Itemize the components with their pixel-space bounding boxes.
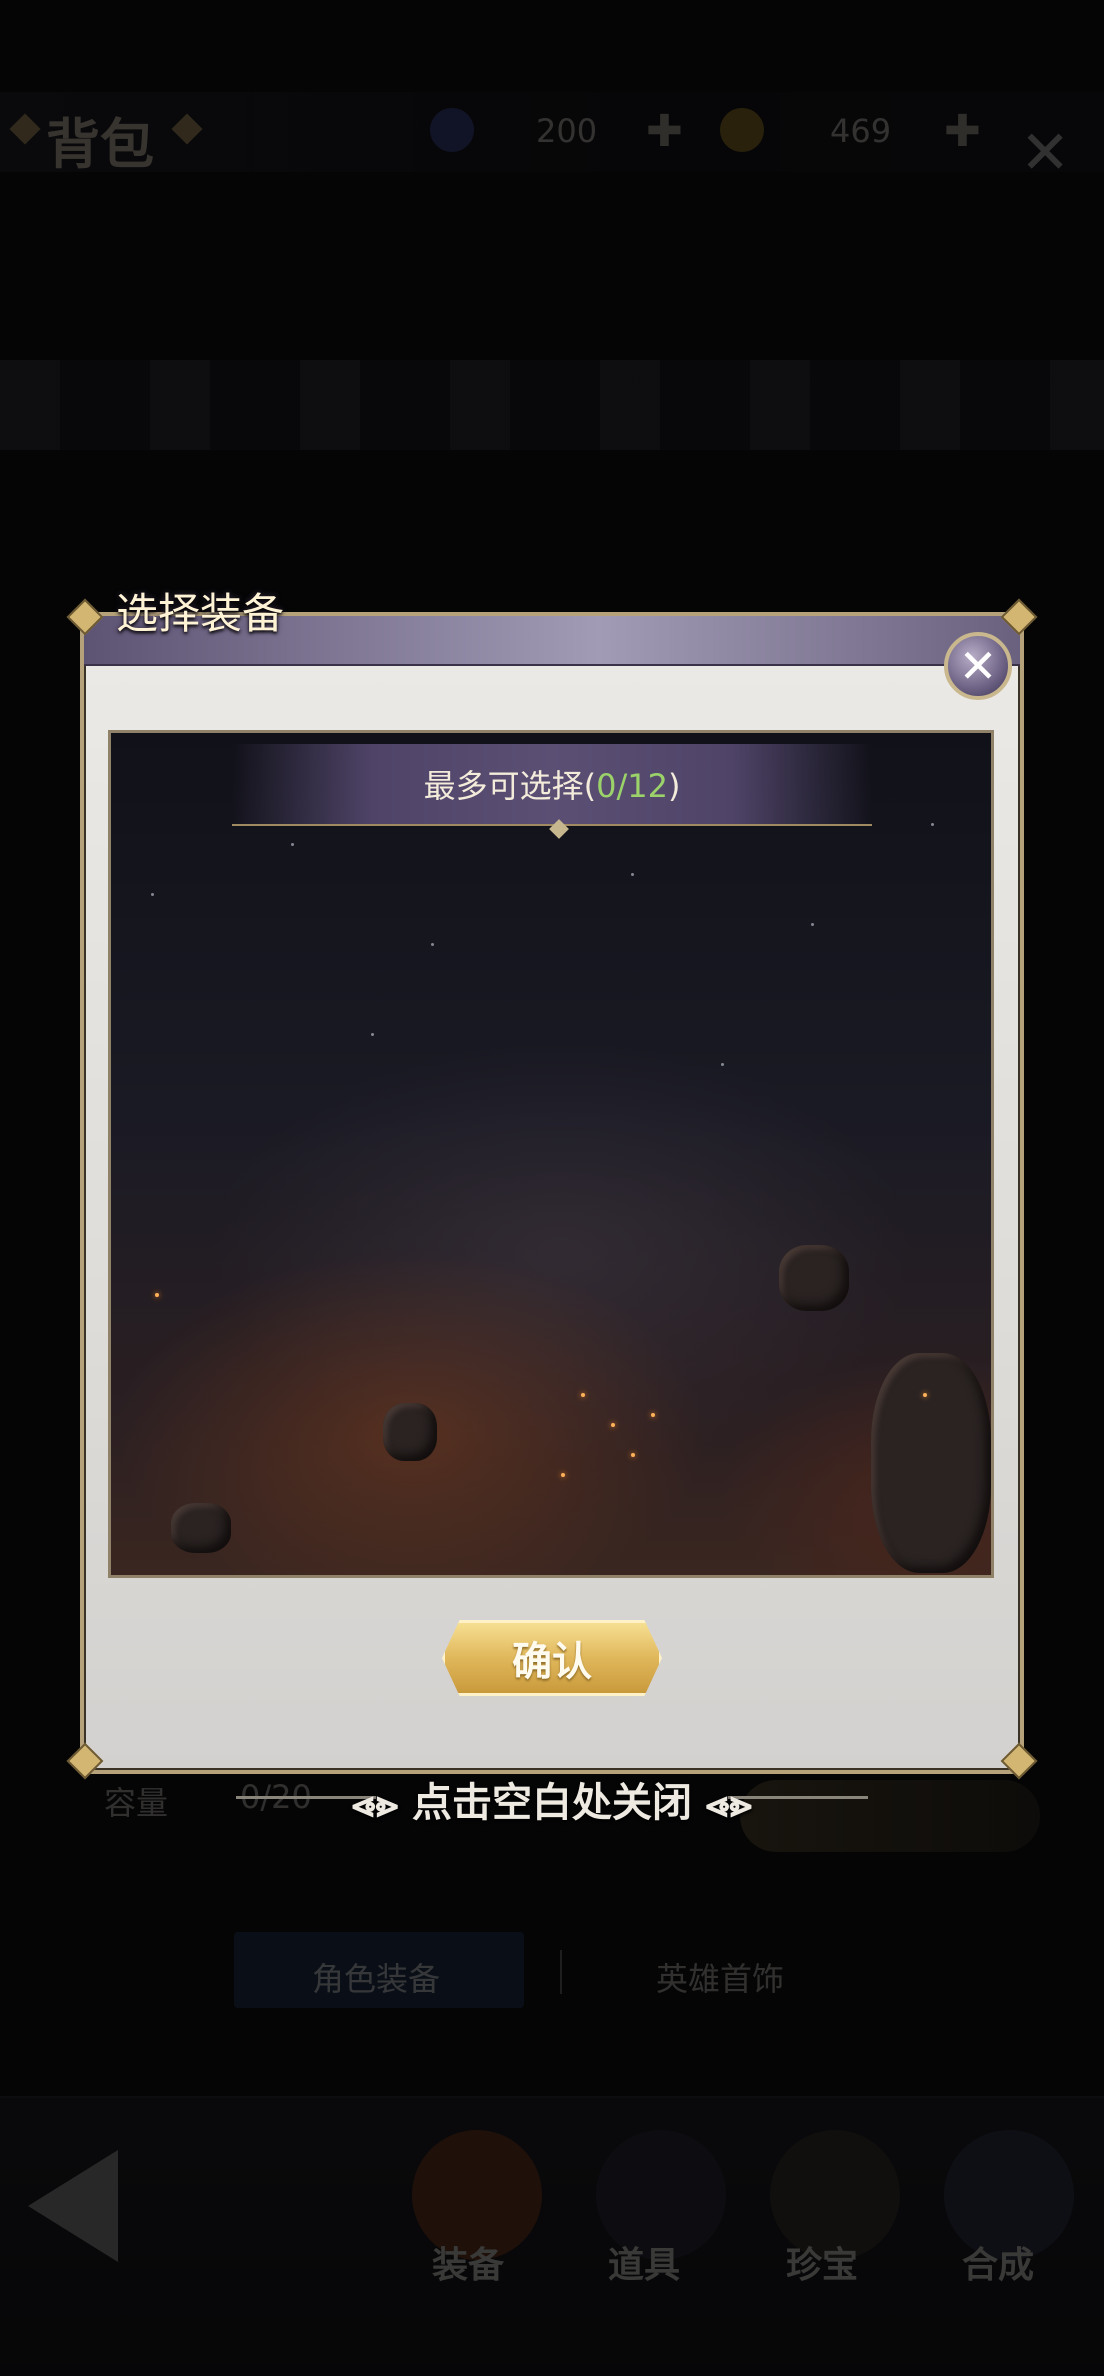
equipment-strip bbox=[0, 360, 1104, 450]
bottom-nav bbox=[0, 2096, 1104, 2376]
close-icon: ✕ bbox=[958, 639, 998, 693]
ember-decor bbox=[561, 1473, 565, 1477]
tap-blank-to-close-hint[interactable]: ⩹⩺ 点击空白处关闭 ⩹⩺ bbox=[0, 1770, 1104, 1828]
ember-decor bbox=[631, 1453, 635, 1457]
ember-decor bbox=[611, 1423, 615, 1427]
star-decor bbox=[151, 893, 154, 896]
gold-count: 469 bbox=[830, 112, 892, 150]
star-decor bbox=[931, 823, 934, 826]
dialog-title: 选择装备 bbox=[116, 589, 285, 638]
star-decor bbox=[631, 873, 634, 876]
gold-icon bbox=[720, 108, 764, 152]
nav-synthesis[interactable]: 合成 bbox=[962, 2236, 1034, 2288]
star-decor bbox=[721, 1063, 724, 1066]
ember-decor bbox=[923, 1393, 927, 1397]
add-gem-button[interactable]: ✚ bbox=[646, 106, 683, 157]
tab-divider bbox=[560, 1950, 562, 1994]
rock-decor bbox=[171, 1503, 231, 1553]
confirm-label: 确认 bbox=[512, 1638, 592, 1685]
nav-equipment[interactable]: 装备 bbox=[432, 2236, 504, 2288]
tab-hero-jewelry[interactable]: 英雄首饰 bbox=[656, 1954, 784, 2000]
hint-decor-right: ⩹⩺ bbox=[705, 1779, 752, 1826]
selection-suffix: ) bbox=[667, 767, 681, 805]
selection-count: 0/12 bbox=[596, 767, 668, 805]
ember-decor bbox=[581, 1393, 585, 1397]
equipment-list[interactable] bbox=[108, 730, 994, 1578]
selection-limit-text: 最多可选择(0/12) bbox=[424, 761, 681, 807]
selection-label: 最多可选择( bbox=[423, 767, 597, 805]
tab-character-equipment-label: 角色装备 bbox=[312, 1960, 441, 1998]
rock-decor bbox=[383, 1403, 437, 1461]
selection-limit-banner: 最多可选择(0/12) bbox=[232, 744, 872, 826]
game-screen: 背包 200 ✚ 469 ✚ ✕ 容量 0/20 角色装备 英雄首饰 装备 道具… bbox=[0, 0, 1104, 2376]
add-gold-button[interactable]: ✚ bbox=[944, 106, 981, 157]
gem-icon bbox=[430, 108, 474, 152]
star-decor bbox=[291, 843, 294, 846]
close-icon[interactable]: ✕ bbox=[1020, 118, 1070, 188]
ember-decor bbox=[651, 1413, 655, 1417]
rock-decor bbox=[871, 1353, 991, 1573]
star-decor bbox=[811, 923, 814, 926]
nav-items[interactable]: 道具 bbox=[608, 2236, 680, 2288]
nav-treasure[interactable]: 珍宝 bbox=[786, 2236, 858, 2288]
hint-text: 点击空白处关闭 bbox=[412, 1779, 692, 1826]
rock-decor bbox=[779, 1245, 849, 1311]
close-button[interactable]: ✕ bbox=[944, 632, 1012, 700]
hint-decor-left: ⩹⩺ bbox=[352, 1779, 399, 1826]
confirm-button[interactable]: 确认 bbox=[442, 1620, 662, 1696]
back-arrow-icon[interactable] bbox=[28, 2150, 118, 2262]
bag-title: 背包 bbox=[46, 112, 154, 176]
star-decor bbox=[431, 943, 434, 946]
star-decor bbox=[371, 1033, 374, 1036]
gem-count: 200 bbox=[536, 112, 598, 150]
ember-decor bbox=[155, 1293, 159, 1297]
